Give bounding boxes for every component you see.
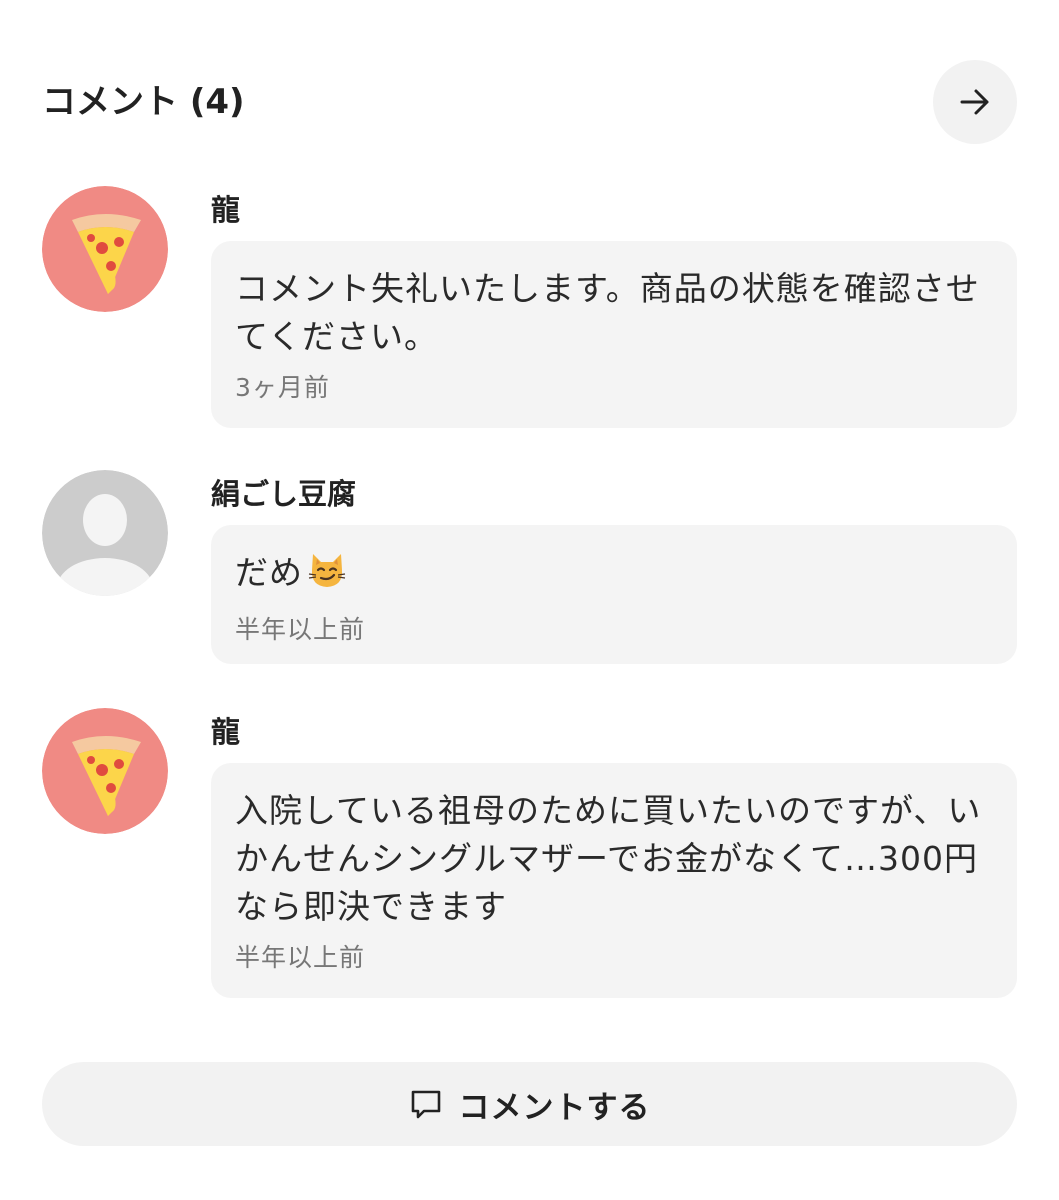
comment-timestamp: 半年以上前	[235, 615, 366, 644]
comment-text-content: だめ	[235, 553, 303, 592]
view-all-comments-button[interactable]	[933, 60, 1017, 144]
add-comment-label: コメントする	[458, 1089, 651, 1126]
comment-bubble: だめ 半年以上前	[211, 525, 1017, 664]
comment-text: だめ	[235, 549, 991, 603]
speech-bubble-icon	[411, 1090, 440, 1119]
comment-bubble: 入院している祖母のために買いたいのですが、いかんせんシングルマザーでお金がなくて…	[211, 763, 1017, 998]
comment-author[interactable]: 龍	[211, 190, 240, 230]
comment-timestamp: 半年以上前	[235, 943, 366, 972]
comment-item: 龍 入院している祖母のために買いたいのですが、いかんせんシングルマザーでお金がな…	[42, 708, 1017, 998]
comment-text: 入院している祖母のために買いたいのですが、いかんせんシングルマザーでお金がなくて…	[235, 791, 982, 926]
comment-author[interactable]: 絹ごし豆腐	[211, 474, 356, 514]
comment-item: 龍 コメント失礼いたします。商品の状態を確認させてください。 3ヶ月前	[42, 186, 1017, 428]
comment-text: コメント失礼いたします。商品の状態を確認させてください。	[235, 269, 980, 356]
comment-item: 絹ごし豆腐 だめ 半年以上前	[42, 470, 1017, 664]
comment-bubble: コメント失礼いたします。商品の状態を確認させてください。 3ヶ月前	[211, 241, 1017, 428]
add-comment-button[interactable]: コメントする	[42, 1062, 1017, 1146]
comments-header: コメント (4)	[42, 60, 1017, 144]
pizza-avatar[interactable]	[42, 186, 168, 312]
smirking-cat-emoji	[307, 550, 347, 603]
comment-timestamp: 3ヶ月前	[235, 373, 330, 402]
default-user-avatar[interactable]	[42, 470, 168, 596]
comment-author[interactable]: 龍	[211, 712, 240, 752]
pizza-avatar[interactable]	[42, 708, 168, 834]
comments-title: コメント (4)	[42, 82, 245, 122]
arrow-right-icon	[960, 89, 989, 115]
